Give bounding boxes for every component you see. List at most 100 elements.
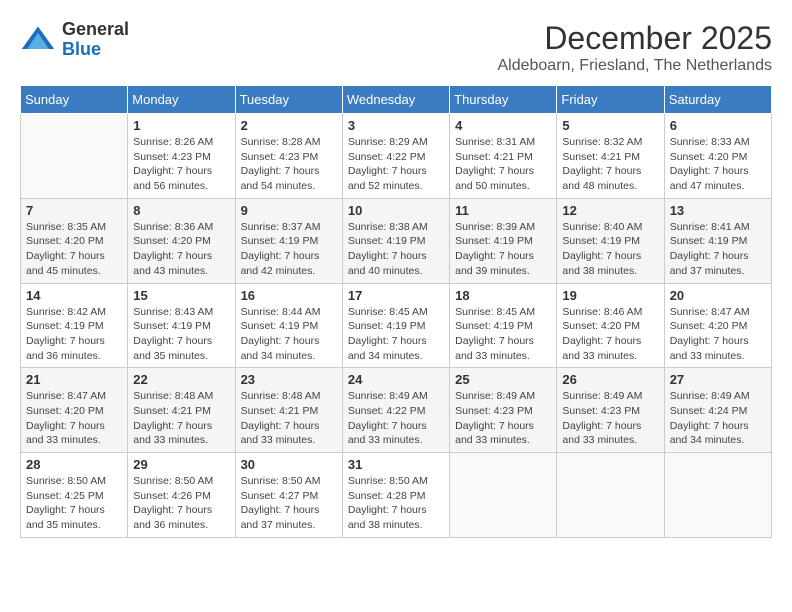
day-of-week-header: Tuesday <box>235 86 342 114</box>
day-number: 11 <box>455 203 551 218</box>
calendar-cell: 13 Sunrise: 8:41 AM Sunset: 4:19 PM Dayli… <box>664 198 771 283</box>
day-info: Sunrise: 8:45 AM Sunset: 4:19 PM Dayligh… <box>348 305 444 364</box>
day-info: Sunrise: 8:31 AM Sunset: 4:21 PM Dayligh… <box>455 135 551 194</box>
day-number: 27 <box>670 372 766 387</box>
calendar-cell: 22 Sunrise: 8:48 AM Sunset: 4:21 PM Dayli… <box>128 368 235 453</box>
day-number: 23 <box>241 372 337 387</box>
logo: General Blue <box>20 20 129 60</box>
calendar-cell: 28Sunrise: 8:50 AM Sunset: 4:25 PM Dayli… <box>21 453 128 538</box>
calendar-cell: 27 Sunrise: 8:49 AM Sunset: 4:24 PM Dayli… <box>664 368 771 453</box>
day-number: 17 <box>348 288 444 303</box>
day-info: Sunrise: 8:49 AM Sunset: 4:24 PM Dayligh… <box>670 389 766 448</box>
calendar-cell: 18Sunrise: 8:45 AM Sunset: 4:19 PM Dayli… <box>450 283 557 368</box>
day-info: Sunrise: 8:41 AM Sunset: 4:19 PM Dayligh… <box>670 220 766 279</box>
day-number: 25 <box>455 372 551 387</box>
day-number: 10 <box>348 203 444 218</box>
day-number: 2 <box>241 118 337 133</box>
day-info: Sunrise: 8:49 AM Sunset: 4:22 PM Dayligh… <box>348 389 444 448</box>
day-number: 19 <box>562 288 658 303</box>
day-info: Sunrise: 8:47 AM Sunset: 4:20 PM Dayligh… <box>670 305 766 364</box>
calendar-cell: 17 Sunrise: 8:45 AM Sunset: 4:19 PM Dayli… <box>342 283 449 368</box>
calendar-cell: 26Sunrise: 8:49 AM Sunset: 4:23 PM Dayli… <box>557 368 664 453</box>
calendar-cell: 7Sunrise: 8:35 AM Sunset: 4:20 PM Daylig… <box>21 198 128 283</box>
calendar-cell: 8 Sunrise: 8:36 AM Sunset: 4:20 PM Daylig… <box>128 198 235 283</box>
calendar-cell: 1 Sunrise: 8:26 AM Sunset: 4:23 PM Daylig… <box>128 114 235 199</box>
calendar-week-row: 21Sunrise: 8:47 AM Sunset: 4:20 PM Dayli… <box>21 368 772 453</box>
day-number: 4 <box>455 118 551 133</box>
calendar-cell: 25 Sunrise: 8:49 AM Sunset: 4:23 PM Dayli… <box>450 368 557 453</box>
calendar-cell: 14 Sunrise: 8:42 AM Sunset: 4:19 PM Dayli… <box>21 283 128 368</box>
day-number: 21 <box>26 372 122 387</box>
day-of-week-header: Saturday <box>664 86 771 114</box>
calendar-cell: 12 Sunrise: 8:40 AM Sunset: 4:19 PM Dayli… <box>557 198 664 283</box>
day-info: Sunrise: 8:40 AM Sunset: 4:19 PM Dayligh… <box>562 220 658 279</box>
day-number: 29 <box>133 457 229 472</box>
day-info: Sunrise: 8:44 AM Sunset: 4:19 PM Dayligh… <box>241 305 337 364</box>
day-info: Sunrise: 8:50 AM Sunset: 4:28 PM Dayligh… <box>348 474 444 533</box>
day-info: Sunrise: 8:35 AM Sunset: 4:20 PM Dayligh… <box>26 220 122 279</box>
day-info: Sunrise: 8:48 AM Sunset: 4:21 PM Dayligh… <box>241 389 337 448</box>
day-of-week-header: Thursday <box>450 86 557 114</box>
day-number: 24 <box>348 372 444 387</box>
day-info: Sunrise: 8:48 AM Sunset: 4:21 PM Dayligh… <box>133 389 229 448</box>
day-number: 12 <box>562 203 658 218</box>
calendar-cell: 29Sunrise: 8:50 AM Sunset: 4:26 PM Dayli… <box>128 453 235 538</box>
day-number: 22 <box>133 372 229 387</box>
calendar-week-row: 1 Sunrise: 8:26 AM Sunset: 4:23 PM Daylig… <box>21 114 772 199</box>
day-info: Sunrise: 8:46 AM Sunset: 4:20 PM Dayligh… <box>562 305 658 364</box>
calendar-cell: 6 Sunrise: 8:33 AM Sunset: 4:20 PM Daylig… <box>664 114 771 199</box>
day-info: Sunrise: 8:29 AM Sunset: 4:22 PM Dayligh… <box>348 135 444 194</box>
calendar-cell: 23 Sunrise: 8:48 AM Sunset: 4:21 PM Dayli… <box>235 368 342 453</box>
calendar-week-row: 7Sunrise: 8:35 AM Sunset: 4:20 PM Daylig… <box>21 198 772 283</box>
day-number: 9 <box>241 203 337 218</box>
calendar-cell <box>450 453 557 538</box>
calendar-week-row: 28Sunrise: 8:50 AM Sunset: 4:25 PM Dayli… <box>21 453 772 538</box>
day-number: 30 <box>241 457 337 472</box>
calendar-cell: 3Sunrise: 8:29 AM Sunset: 4:22 PM Daylig… <box>342 114 449 199</box>
day-number: 14 <box>26 288 122 303</box>
calendar-cell: 9 Sunrise: 8:37 AM Sunset: 4:19 PM Daylig… <box>235 198 342 283</box>
day-info: Sunrise: 8:50 AM Sunset: 4:27 PM Dayligh… <box>241 474 337 533</box>
calendar-cell: 4 Sunrise: 8:31 AM Sunset: 4:21 PM Daylig… <box>450 114 557 199</box>
day-number: 16 <box>241 288 337 303</box>
day-info: Sunrise: 8:32 AM Sunset: 4:21 PM Dayligh… <box>562 135 658 194</box>
day-number: 8 <box>133 203 229 218</box>
day-info: Sunrise: 8:37 AM Sunset: 4:19 PM Dayligh… <box>241 220 337 279</box>
page-header: General Blue December 2025 Aldeboarn, Fr… <box>20 20 772 75</box>
day-info: Sunrise: 8:36 AM Sunset: 4:20 PM Dayligh… <box>133 220 229 279</box>
logo-icon <box>20 22 56 58</box>
calendar-cell: 5 Sunrise: 8:32 AM Sunset: 4:21 PM Daylig… <box>557 114 664 199</box>
calendar-cell <box>21 114 128 199</box>
day-of-week-header: Wednesday <box>342 86 449 114</box>
day-number: 1 <box>133 118 229 133</box>
day-of-week-header: Friday <box>557 86 664 114</box>
day-number: 5 <box>562 118 658 133</box>
day-of-week-header: Monday <box>128 86 235 114</box>
title-block: December 2025 Aldeboarn, Friesland, The … <box>497 20 772 75</box>
calendar-cell: 30 Sunrise: 8:50 AM Sunset: 4:27 PM Dayli… <box>235 453 342 538</box>
day-number: 28 <box>26 457 122 472</box>
day-number: 20 <box>670 288 766 303</box>
calendar-cell: 16 Sunrise: 8:44 AM Sunset: 4:19 PM Dayli… <box>235 283 342 368</box>
day-number: 31 <box>348 457 444 472</box>
day-of-week-header: Sunday <box>21 86 128 114</box>
calendar-title: December 2025 <box>497 20 772 57</box>
calendar-cell: 24 Sunrise: 8:49 AM Sunset: 4:22 PM Dayli… <box>342 368 449 453</box>
day-info: Sunrise: 8:33 AM Sunset: 4:20 PM Dayligh… <box>670 135 766 194</box>
day-info: Sunrise: 8:49 AM Sunset: 4:23 PM Dayligh… <box>455 389 551 448</box>
calendar-cell: 19 Sunrise: 8:46 AM Sunset: 4:20 PM Dayli… <box>557 283 664 368</box>
calendar-subtitle: Aldeboarn, Friesland, The Netherlands <box>497 57 772 75</box>
logo-text-blue: Blue <box>62 39 101 59</box>
calendar-table: SundayMondayTuesdayWednesdayThursdayFrid… <box>20 85 772 538</box>
calendar-cell: 20 Sunrise: 8:47 AM Sunset: 4:20 PM Dayli… <box>664 283 771 368</box>
day-info: Sunrise: 8:28 AM Sunset: 4:23 PM Dayligh… <box>241 135 337 194</box>
day-number: 13 <box>670 203 766 218</box>
calendar-header-row: SundayMondayTuesdayWednesdayThursdayFrid… <box>21 86 772 114</box>
calendar-week-row: 14 Sunrise: 8:42 AM Sunset: 4:19 PM Dayli… <box>21 283 772 368</box>
calendar-cell: 2 Sunrise: 8:28 AM Sunset: 4:23 PM Daylig… <box>235 114 342 199</box>
day-info: Sunrise: 8:42 AM Sunset: 4:19 PM Dayligh… <box>26 305 122 364</box>
day-info: Sunrise: 8:26 AM Sunset: 4:23 PM Dayligh… <box>133 135 229 194</box>
logo-text-general: General <box>62 19 129 39</box>
day-number: 6 <box>670 118 766 133</box>
day-info: Sunrise: 8:39 AM Sunset: 4:19 PM Dayligh… <box>455 220 551 279</box>
